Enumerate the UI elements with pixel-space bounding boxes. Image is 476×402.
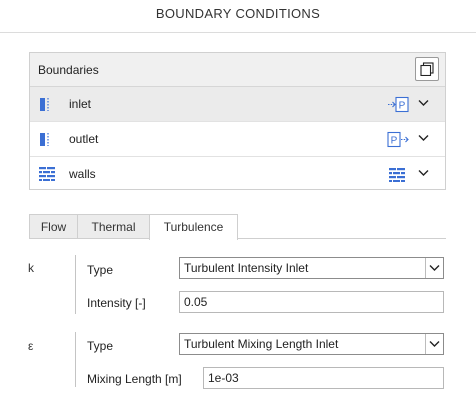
boundaries-panel: Boundaries inlet P outlet P walls: [29, 52, 446, 190]
chevron-down-icon[interactable]: [418, 169, 429, 177]
tab-turbulence[interactable]: Turbulence: [149, 214, 238, 240]
k-type-label: Type: [87, 263, 114, 277]
mixing-length-label: Mixing Length [m]: [87, 372, 182, 386]
boundary-row-inlet[interactable]: inlet P: [30, 87, 445, 122]
boundaries-title: Boundaries: [38, 63, 99, 77]
k-type-dropdown-button[interactable]: [425, 258, 443, 278]
epsilon-type-dropdown-button[interactable]: [425, 334, 443, 354]
k-type-select[interactable]: Turbulent Intensity Inlet: [179, 257, 444, 279]
epsilon-type-label: Type: [87, 339, 114, 353]
mixing-length-input[interactable]: [203, 367, 444, 389]
pressure-inlet-icon[interactable]: P: [387, 96, 409, 113]
header-divider: [0, 32, 476, 33]
copy-button[interactable]: [415, 57, 439, 81]
svg-text:P: P: [391, 136, 398, 147]
intensity-input[interactable]: [179, 291, 444, 313]
epsilon-group-symbol: ε: [28, 339, 34, 353]
svg-text:P: P: [399, 101, 406, 112]
epsilon-type-value: Turbulent Mixing Length Inlet: [184, 337, 339, 351]
tab-flow[interactable]: Flow: [29, 214, 78, 239]
chevron-down-icon: [429, 265, 440, 271]
k-group-symbol: k: [28, 261, 34, 275]
k-type-value: Turbulent Intensity Inlet: [184, 261, 309, 275]
epsilon-group-bar: [75, 332, 76, 387]
wall-patch-icon: [39, 167, 55, 181]
boundary-patch-icon: [40, 98, 49, 111]
intensity-label: Intensity [-]: [87, 296, 146, 310]
boundary-row-outlet[interactable]: outlet P: [30, 122, 445, 157]
chevron-down-icon[interactable]: [418, 134, 429, 142]
wall-icon[interactable]: [387, 166, 409, 183]
epsilon-type-select[interactable]: Turbulent Mixing Length Inlet: [179, 333, 444, 355]
boundary-label: inlet: [69, 97, 92, 111]
boundary-row-walls[interactable]: walls: [30, 157, 445, 192]
tab-thermal[interactable]: Thermal: [77, 214, 150, 239]
chevron-down-icon: [429, 341, 440, 347]
k-group-bar: [75, 255, 76, 314]
pressure-outlet-icon[interactable]: P: [387, 131, 409, 148]
boundary-label: walls: [69, 167, 96, 181]
copy-icon: [420, 62, 434, 76]
boundary-patch-icon: [40, 133, 49, 146]
boundaries-header: Boundaries: [30, 53, 445, 87]
boundary-label: outlet: [69, 132, 99, 146]
chevron-down-icon[interactable]: [418, 99, 429, 107]
panel-title: BOUNDARY CONDITIONS: [155, 6, 321, 21]
